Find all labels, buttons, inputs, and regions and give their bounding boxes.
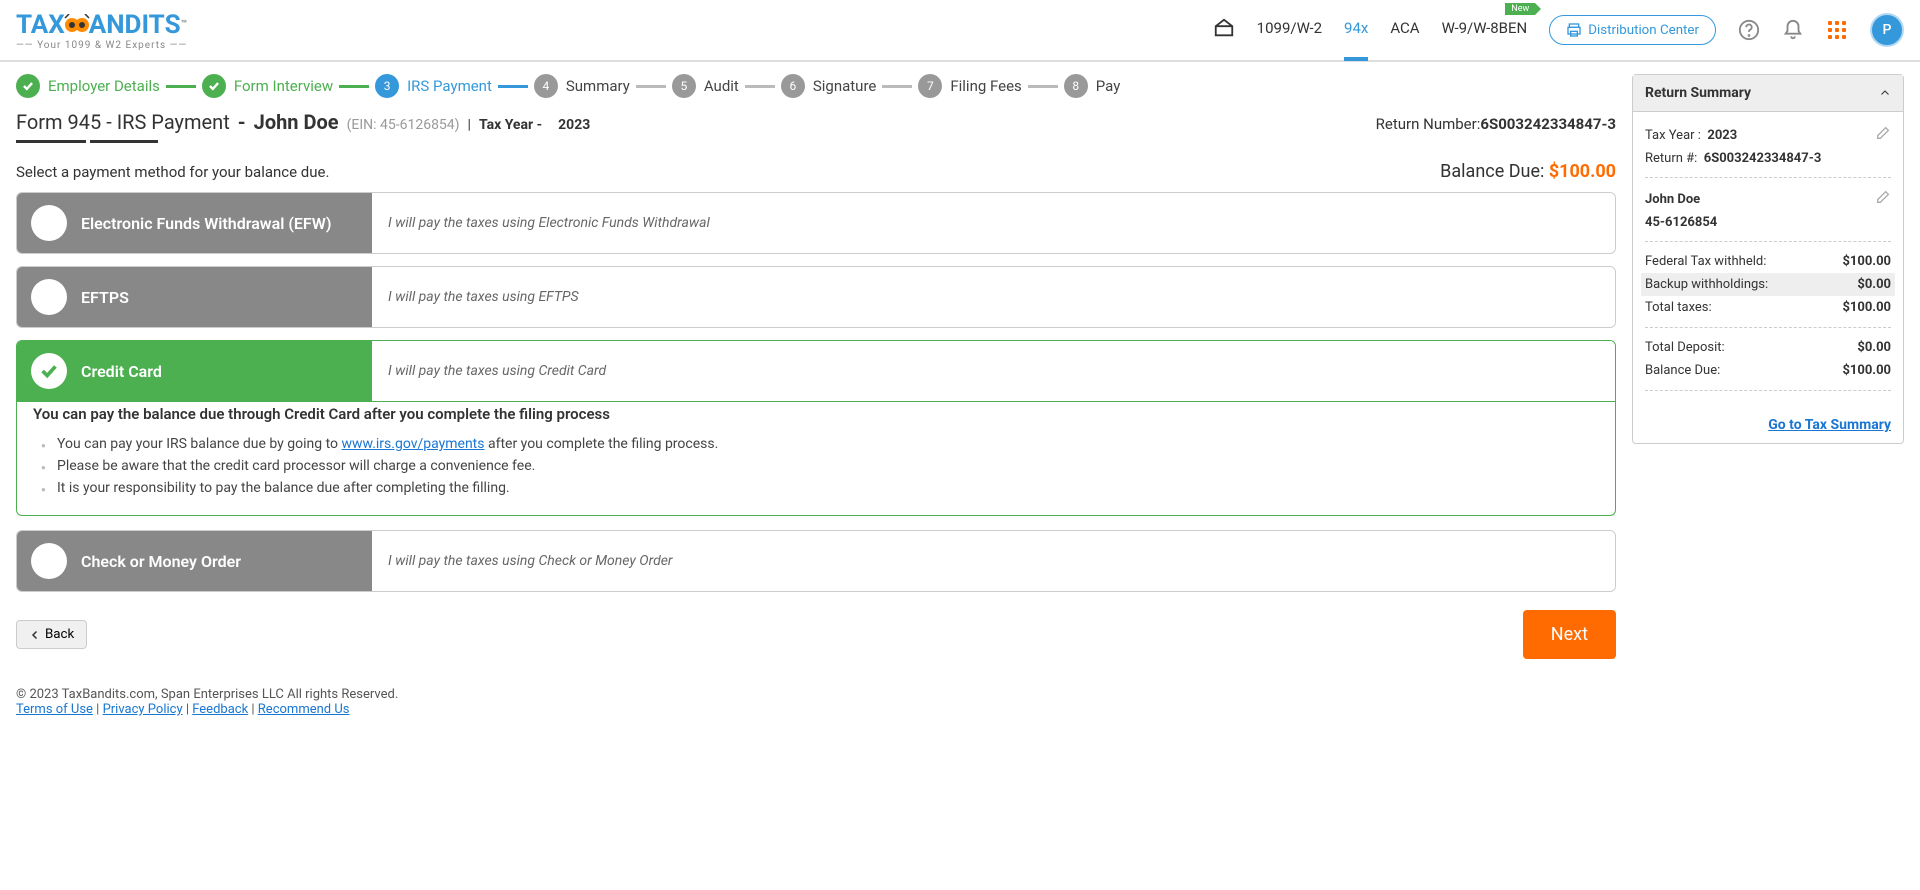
option-efw[interactable]: Electronic Funds Withdrawal (EFW) I will… — [16, 192, 1616, 254]
return-summary-sidebar: Return Summary Tax Year : 2023 Return #:… — [1632, 74, 1904, 677]
copyright: © 2023 TaxBandits.com, Span Enterprises … — [16, 687, 1904, 702]
employer-name: John Doe — [254, 110, 339, 134]
ein: (EIN: 45-6126854) — [347, 117, 460, 133]
logo-subtitle: —— Your 1099 & W2 Experts —— — [16, 40, 187, 51]
footer-link-terms[interactable]: Terms of Use — [16, 702, 93, 717]
option-check-money-order[interactable]: Check or Money Order I will pay the taxe… — [16, 530, 1616, 592]
step-employer-details[interactable]: Employer Details — [16, 74, 160, 98]
radio-icon — [31, 543, 67, 579]
tax-summary-link[interactable]: Go to Tax Summary — [1768, 417, 1891, 433]
step-signature: 6 Signature — [781, 74, 877, 98]
step-irs-payment[interactable]: 3 IRS Payment — [375, 74, 492, 98]
step-summary: 4 Summary — [534, 74, 630, 98]
chevron-up-icon — [1879, 87, 1891, 99]
summary-ein: 45-6126854 — [1645, 215, 1717, 230]
printer-icon — [1566, 22, 1582, 38]
help-icon[interactable] — [1738, 19, 1760, 41]
apps-icon[interactable] — [1826, 19, 1848, 41]
radio-icon — [31, 205, 67, 241]
chevron-left-icon — [29, 629, 41, 641]
footer-link-privacy[interactable]: Privacy Policy — [103, 702, 183, 717]
step-form-interview[interactable]: Form Interview — [202, 74, 333, 98]
footer: © 2023 TaxBandits.com, Span Enterprises … — [0, 677, 1920, 727]
owl-icon — [63, 14, 91, 36]
radio-icon — [31, 279, 67, 315]
bell-icon[interactable] — [1782, 19, 1804, 41]
logo-tm: ™ — [181, 19, 187, 30]
edit-icon[interactable] — [1875, 125, 1891, 145]
check-icon — [31, 353, 67, 389]
option-eftps[interactable]: EFTPS I will pay the taxes using EFTPS — [16, 266, 1616, 328]
header: TAX ANDITS ™ —— Your 1099 & W2 Experts —… — [0, 0, 1920, 62]
next-button[interactable]: Next — [1523, 610, 1616, 659]
balance-due: Balance Due: $100.00 — [1440, 161, 1616, 182]
tax-year-value: 2023 — [558, 117, 590, 133]
tax-year-label: Tax Year - — [479, 117, 542, 133]
avatar[interactable]: P — [1870, 13, 1904, 47]
return-number: Return Number:6S003242334847-3 — [1376, 115, 1616, 133]
credit-card-info: You can pay the balance due through Cred… — [16, 389, 1616, 516]
page-title: Form 945 - IRS Payment — [16, 110, 230, 134]
nav-aca[interactable]: ACA — [1390, 19, 1419, 41]
step-filing-fees: 7 Filing Fees — [918, 74, 1021, 98]
top-nav: 1099/W-2 94x ACA New W-9/W-8BEN Distribu… — [1213, 13, 1904, 47]
logo-text-1: TAX — [16, 10, 65, 40]
nav-1099-w2[interactable]: 1099/W-2 — [1257, 19, 1322, 41]
step-pay: 8 Pay — [1064, 74, 1121, 98]
footer-link-feedback[interactable]: Feedback — [192, 702, 248, 717]
irs-payments-link[interactable]: www.irs.gov/payments — [341, 436, 484, 452]
cc-info-heading: You can pay the balance due through Cred… — [33, 405, 1599, 423]
cc-info-bullet-1: You can pay your IRS balance due by goin… — [57, 433, 1599, 455]
name-prefix: - — [238, 110, 246, 134]
cc-info-bullet-2: Please be aware that the credit card pro… — [57, 455, 1599, 477]
footer-link-recommend[interactable]: Recommend Us — [258, 702, 350, 717]
edit-icon[interactable] — [1875, 189, 1891, 209]
page-heading: Form 945 - IRS Payment - John Doe (EIN: … — [16, 110, 1616, 134]
heading-underline — [16, 140, 1616, 143]
cc-info-bullet-3: It is your responsibility to pay the bal… — [57, 477, 1599, 499]
summary-name: John Doe — [1645, 192, 1700, 207]
payment-prompt: Select a payment method for your balance… — [16, 163, 329, 181]
new-badge: New — [1505, 3, 1535, 15]
summary-table-2: Total Deposit:$0.00 Balance Due:$100.00 — [1645, 336, 1891, 382]
option-credit-card[interactable]: Credit Card I will pay the taxes using C… — [16, 340, 1616, 402]
summary-table-1: Federal Tax withheld:$100.00 Backup with… — [1645, 250, 1891, 319]
home-icon[interactable] — [1213, 17, 1235, 43]
stepper: Employer Details Form Interview 3 IRS Pa… — [16, 74, 1616, 98]
main-content: Employer Details Form Interview 3 IRS Pa… — [16, 74, 1616, 677]
logo-text-2: ANDITS — [89, 10, 181, 40]
logo[interactable]: TAX ANDITS ™ —— Your 1099 & W2 Experts —… — [16, 10, 187, 51]
step-audit: 5 Audit — [672, 74, 739, 98]
nav-94x[interactable]: 94x — [1344, 19, 1368, 41]
nav-w9-w8ben[interactable]: New W-9/W-8BEN — [1442, 19, 1528, 41]
back-button[interactable]: Back — [16, 620, 87, 649]
summary-header[interactable]: Return Summary — [1633, 75, 1903, 112]
distribution-center-button[interactable]: Distribution Center — [1549, 15, 1716, 45]
